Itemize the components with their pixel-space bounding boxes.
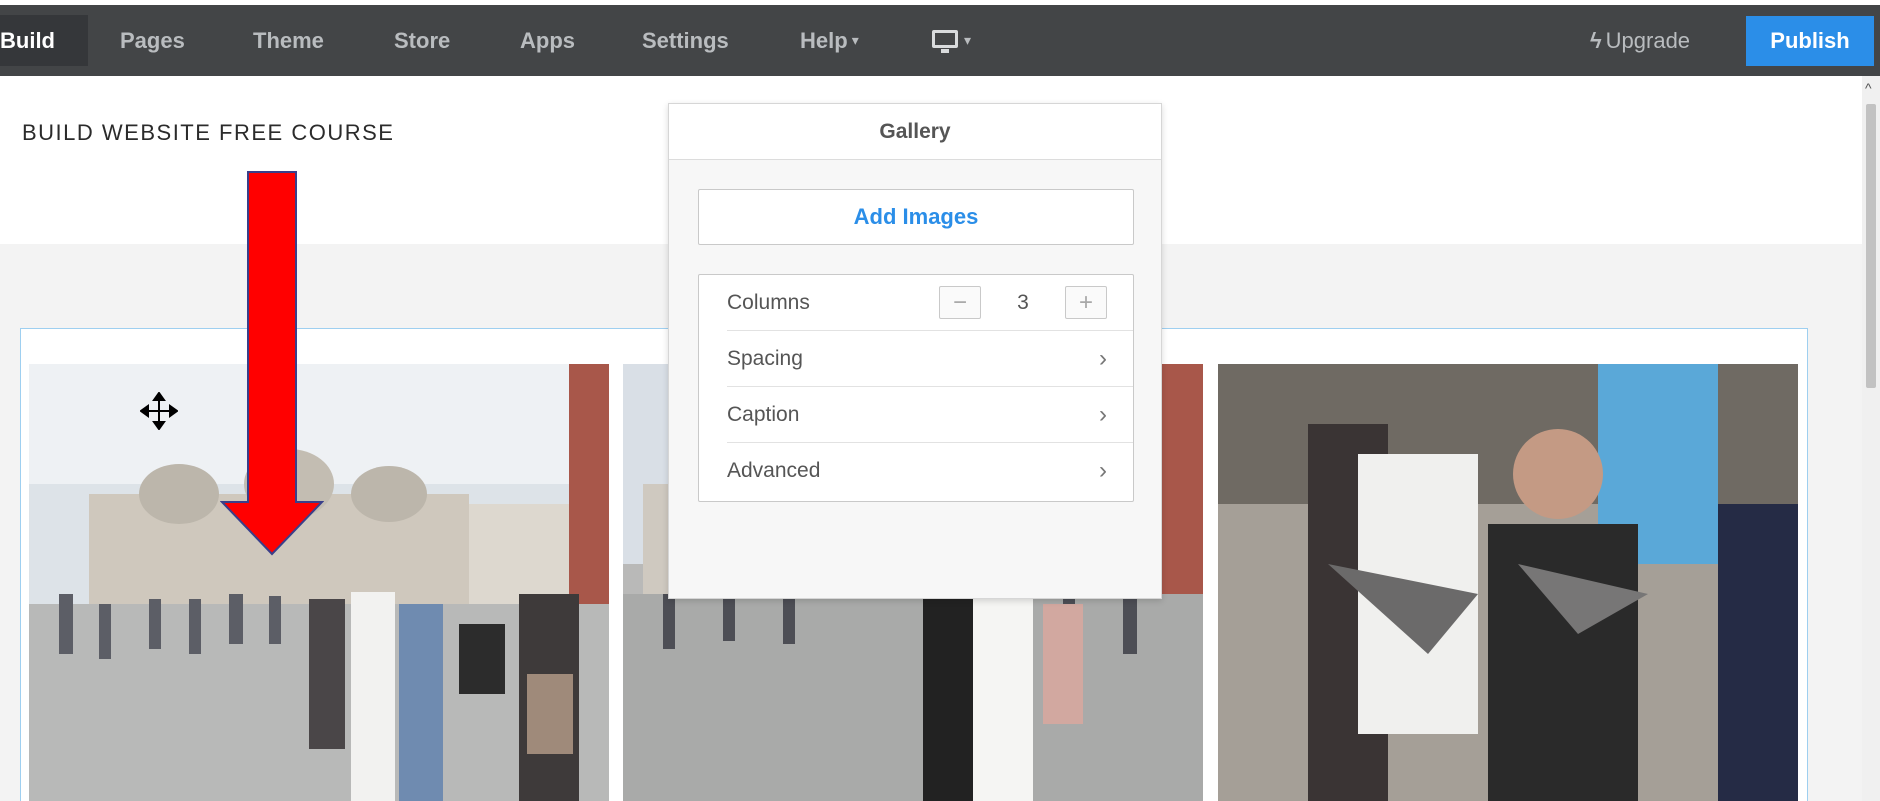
nav-theme[interactable]: Theme: [253, 15, 324, 66]
columns-stepper[interactable]: − 3 +: [939, 286, 1107, 319]
gallery-settings-panel: Gallery Add Images Columns − 3 + Spacing…: [668, 103, 1162, 599]
columns-row: Columns − 3 +: [727, 275, 1133, 331]
site-title[interactable]: BUILD WEBSITE FREE COURSE: [22, 120, 394, 146]
advanced-row[interactable]: Advanced ›: [727, 443, 1133, 499]
lightning-icon: ϟ: [1590, 27, 1602, 53]
monitor-icon: [930, 29, 960, 53]
move-cursor-icon: [140, 392, 178, 430]
nav-help-label: Help: [800, 27, 848, 53]
chevron-right-icon: ›: [1099, 457, 1107, 484]
nav-pages-label: Pages: [120, 27, 185, 53]
caption-row[interactable]: Caption ›: [727, 387, 1133, 443]
nav-store[interactable]: Store: [394, 15, 450, 66]
nav-build[interactable]: Build: [0, 15, 88, 66]
nav-apps-label: Apps: [520, 27, 575, 53]
decrement-button[interactable]: −: [939, 286, 981, 319]
columns-value: 3: [1017, 290, 1029, 314]
scroll-up-icon[interactable]: ^: [1865, 80, 1872, 96]
publish-button[interactable]: Publish: [1746, 16, 1874, 66]
chevron-right-icon: ›: [1099, 344, 1107, 372]
nav-help[interactable]: Help ▾: [800, 15, 859, 66]
advanced-label: Advanced: [727, 459, 821, 482]
nav-settings-label: Settings: [642, 27, 729, 53]
add-images-button[interactable]: Add Images: [698, 189, 1134, 245]
caret-down-icon: ▾: [964, 32, 972, 48]
upgrade-label: Upgrade: [1605, 27, 1691, 53]
increment-button[interactable]: +: [1065, 286, 1107, 319]
spacing-row[interactable]: Spacing ›: [727, 331, 1133, 387]
top-navigation-bar: Build Pages Theme Store Apps Settings He…: [0, 0, 1880, 76]
red-arrow-annotation: [220, 171, 324, 556]
gallery-settings-list: Columns − 3 + Spacing › Caption › Advanc…: [698, 274, 1134, 502]
nav-build-label: Build: [0, 27, 55, 53]
columns-label: Columns: [727, 290, 810, 314]
panel-title: Gallery: [669, 104, 1161, 160]
nav-settings[interactable]: Settings: [642, 15, 729, 66]
nav-theme-label: Theme: [253, 27, 324, 53]
upgrade-link[interactable]: ϟ Upgrade: [1590, 15, 1690, 66]
caption-label: Caption: [727, 402, 800, 426]
device-preview-toggle[interactable]: ▾: [930, 15, 971, 66]
nav-apps[interactable]: Apps: [520, 15, 575, 66]
gallery-image-3[interactable]: [1218, 364, 1798, 801]
caret-down-icon: ▾: [851, 32, 859, 48]
chevron-right-icon: ›: [1099, 400, 1107, 428]
nav-pages[interactable]: Pages: [120, 15, 185, 66]
page-scrollbar[interactable]: ^: [1862, 76, 1880, 801]
scroll-thumb[interactable]: [1866, 104, 1876, 388]
nav-store-label: Store: [394, 27, 451, 53]
spacing-label: Spacing: [727, 346, 803, 370]
